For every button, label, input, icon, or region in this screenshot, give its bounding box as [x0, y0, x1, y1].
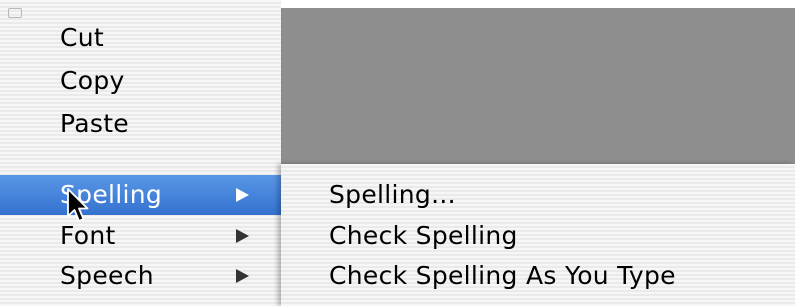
- menu-grip-icon: [8, 8, 22, 18]
- submenu-arrow-icon: [236, 269, 249, 283]
- menu-item-label: Paste: [60, 109, 129, 138]
- submenu-arrow-icon: [236, 229, 249, 243]
- background-window-area: [281, 8, 795, 164]
- submenu-item-spelling-panel[interactable]: Spelling...: [281, 175, 795, 215]
- spelling-submenu: Spelling... Check Spelling Check Spellin…: [281, 164, 795, 306]
- submenu-item-label: Spelling...: [329, 180, 456, 209]
- menu-item-font[interactable]: Font: [0, 216, 281, 256]
- menu-item-speech[interactable]: Speech: [0, 256, 281, 296]
- menu-item-cut[interactable]: Cut: [0, 18, 281, 58]
- menu-item-label: Copy: [60, 66, 125, 95]
- submenu-item-label: Check Spelling: [329, 221, 518, 250]
- context-menu: Cut Copy Paste Spelling Font Speech: [0, 0, 281, 306]
- submenu-item-check-spelling[interactable]: Check Spelling: [281, 216, 795, 256]
- menu-item-label: Cut: [60, 23, 105, 52]
- submenu-item-label: Check Spelling As You Type: [329, 261, 676, 290]
- submenu-item-check-spelling-as-you-type[interactable]: Check Spelling As You Type: [281, 256, 795, 296]
- menu-item-copy[interactable]: Copy: [0, 61, 281, 101]
- menu-item-label: Speech: [60, 261, 154, 290]
- submenu-arrow-icon: [236, 188, 249, 202]
- arrow-cursor-icon: [67, 188, 89, 222]
- menu-item-spelling[interactable]: Spelling: [0, 175, 281, 215]
- menu-item-paste[interactable]: Paste: [0, 104, 281, 144]
